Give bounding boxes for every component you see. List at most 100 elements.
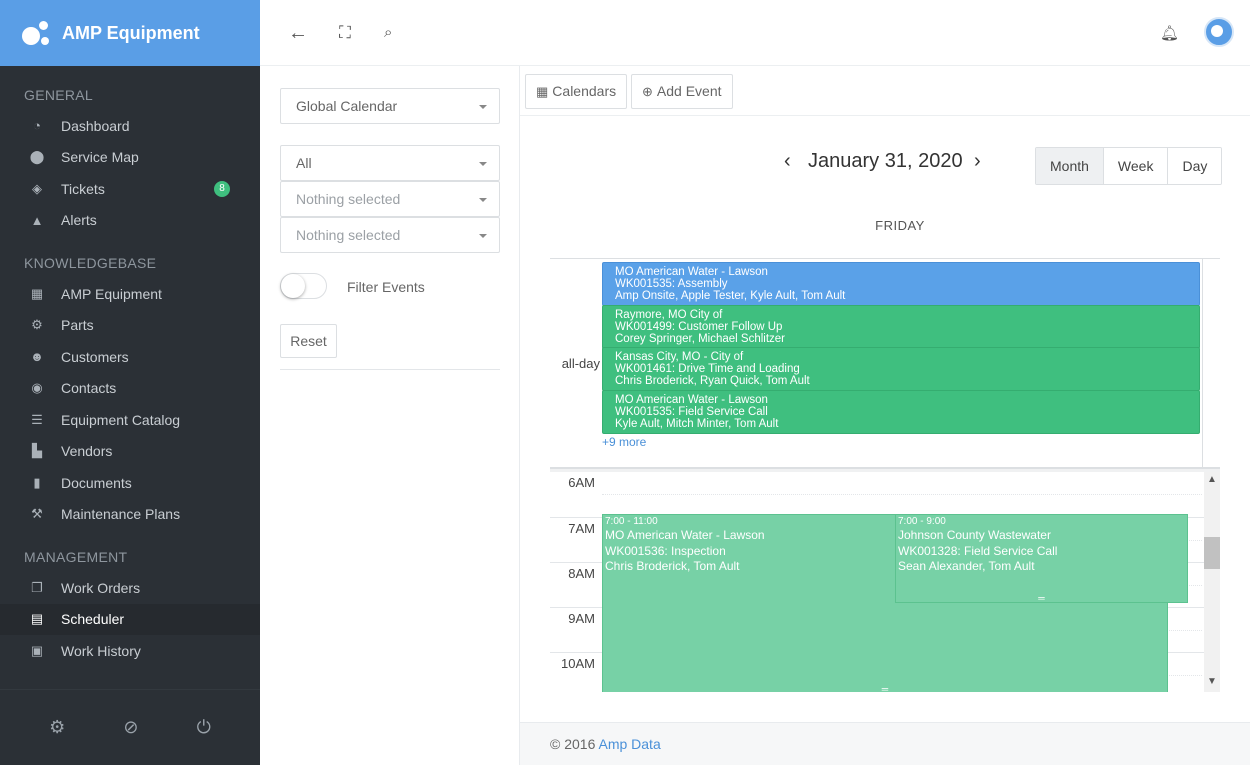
more-events-link[interactable]: +9 more [602,435,646,449]
sidebar-item-label: Contacts [61,380,117,397]
filter-events-label: Filter Events [347,279,425,295]
add-event-button-label: Add Event [656,83,722,99]
alert-icon: ▲ [30,212,44,228]
view-day-button[interactable]: Day [1167,148,1222,184]
sidebar-item-label: Alerts [61,212,97,229]
allday-section: all-day MO American Water - Lawson WK001… [550,258,1220,469]
hour-label: 8AM [568,566,595,581]
sidebar-item-alerts[interactable]: ▲ Alerts [0,205,260,237]
next-chevron-icon[interactable]: › [974,150,981,173]
ticket-icon: ◈ [32,180,42,196]
eye-slash-icon[interactable]: ⊘ [123,717,138,738]
sidebar-item-dashboard[interactable]: ◔ Dashboard [0,110,260,142]
sidebar-item-label: Vendors [61,443,113,460]
top-bar: ← ⛶ ⌕ 🔔︎ [260,0,1250,66]
resize-grip-icon[interactable]: ═ [603,685,1167,693]
search-icon[interactable]: ⌕ [384,24,392,41]
allday-event[interactable]: Kansas City, MO - City of WK001461: Driv… [602,347,1200,391]
scroll-thumb[interactable] [1204,537,1220,569]
view-week-button[interactable]: Week [1102,148,1168,184]
sidebar-item-service-map[interactable]: ⬤ Service Map [0,142,260,174]
map-pin-icon: ⬤ [29,149,45,165]
event-line: WK001328: Field Service Call [898,543,1058,558]
sidebar-item-scheduler[interactable]: ▤ Scheduler [0,603,260,635]
event-line: Johnson County Wastewater [898,528,1051,542]
sidebar-item-tickets[interactable]: ◈ Tickets 8 [0,173,260,205]
sidebar-item-contacts[interactable]: ◉ Contacts [0,373,260,405]
brand-header[interactable]: AMP Equipment [0,0,260,66]
sidebar-item-amp-equipment[interactable]: ▦ AMP Equipment [0,278,260,310]
event-line: Amp Onsite, Apple Tester, Kyle Ault, Tom… [615,290,846,302]
filter-events-toggle[interactable] [280,273,327,299]
tickets-count-badge: 8 [214,180,230,197]
settings-gear-icon[interactable]: ⚙ [49,717,65,738]
sidebar-item-equipment-catalog[interactable]: ☰ Equipment Catalog [0,404,260,436]
sidebar-item-label: Equipment Catalog [61,411,181,428]
filter-select-2[interactable]: Nothing selected [280,181,500,217]
event-line: Kyle Ault, Mitch Minter, Tom Ault [615,418,779,430]
calendar-icon: ▦ [536,84,549,99]
resize-grip-icon[interactable]: ═ [896,594,1187,603]
calendar-title: January 31, 2020 [808,150,963,172]
hour-row: 6AM [550,472,1204,517]
time-grid-scrollbar[interactable]: ▲ ▼ [1204,472,1220,692]
reset-button[interactable]: Reset [280,324,337,358]
power-icon[interactable]: ⏻ [197,717,211,738]
event-line: Chris Broderick, Ryan Quick, Tom Ault [615,375,810,387]
sidebar-item-vendors[interactable]: ▙ Vendors [0,436,260,468]
sidebar-item-label: Scheduler [61,611,125,628]
calendar-main: ▦ Calendars ⊕ Add Event ‹ January 31, 20… [520,66,1250,722]
sidebar-item-maintenance-plans[interactable]: ⚒ Maintenance Plans [0,499,260,531]
filter-select-3[interactable]: Nothing selected [280,217,500,253]
event-line: Kansas City, MO - City of [615,351,744,363]
gears-icon: ⚙ [31,317,43,333]
list-icon: ☰ [31,411,43,427]
sidebar-item-work-history[interactable]: ▣ Work History [0,635,260,667]
prev-chevron-icon[interactable]: ‹ [784,150,791,173]
sidebar-item-documents[interactable]: ▮ Documents [0,467,260,499]
hammer-icon: ⚒ [31,506,43,522]
calendar-toolbar: ▦ Calendars ⊕ Add Event [520,66,1250,116]
plus-circle-icon: ⊕ [642,84,653,99]
event-line: MO American Water - Lawson [615,266,768,278]
company-link[interactable]: Amp Data [598,736,660,752]
back-arrow-icon[interactable]: ← [288,22,308,45]
calendars-button-label: Calendars [552,83,617,99]
sidebar-item-label: Parts [61,317,94,334]
type-select[interactable]: All [280,145,500,181]
sidebar-item-parts[interactable]: ⚙ Parts [0,310,260,342]
building-icon: ▦ [30,285,44,301]
event-line: WK001535: Assembly [615,278,728,290]
scroll-down-icon[interactable]: ▼ [1204,676,1220,690]
sidebar-item-customers[interactable]: ☻ Customers [0,341,260,373]
page-footer: © 2016 Amp Data [520,722,1250,765]
bell-icon[interactable]: 🔔︎ [1160,24,1179,42]
event-time: 7:00 - 9:00 [898,516,946,527]
scroll-up-icon[interactable]: ▲ [1204,474,1220,488]
hour-label: 6AM [568,475,595,490]
nav-section-management: MANAGEMENT [24,549,128,565]
event-line: Corey Springer, Michael Schlitzer [615,333,786,345]
calendar-select[interactable]: Global Calendar [280,88,500,124]
calendars-button[interactable]: ▦ Calendars [525,74,628,109]
sidebar-item-work-orders[interactable]: ❐ Work Orders [0,572,260,604]
users-icon: ☻ [30,349,44,365]
sidebar-item-label: Work History [61,642,141,659]
view-month-button[interactable]: Month [1036,148,1103,184]
view-switcher: Month Week Day [1035,147,1223,185]
fullscreen-icon[interactable]: ⛶ [339,23,351,43]
add-event-button[interactable]: ⊕ Add Event [631,74,733,109]
nav-section-general: GENERAL [24,87,94,103]
allday-event[interactable]: Raymore, MO City of WK001499: Customer F… [602,305,1200,349]
allday-event[interactable]: MO American Water - Lawson WK001535: Ass… [602,262,1200,306]
hour-label: 10AM [561,656,595,671]
allday-event[interactable]: MO American Water - Lawson WK001535: Fie… [602,390,1200,434]
user-avatar[interactable] [1204,17,1234,47]
sidebar-item-label: Work Orders [61,579,141,596]
filter-divider [280,369,500,370]
event-line: WK001499: Customer Follow Up [615,321,783,333]
timed-event[interactable]: 7:00 - 9:00 Johnson County Wastewater WK… [895,514,1188,603]
sidebar-item-label: Maintenance Plans [61,506,181,523]
day-name-header: FRIDAY [875,218,925,233]
hour-label: 9AM [568,611,595,626]
